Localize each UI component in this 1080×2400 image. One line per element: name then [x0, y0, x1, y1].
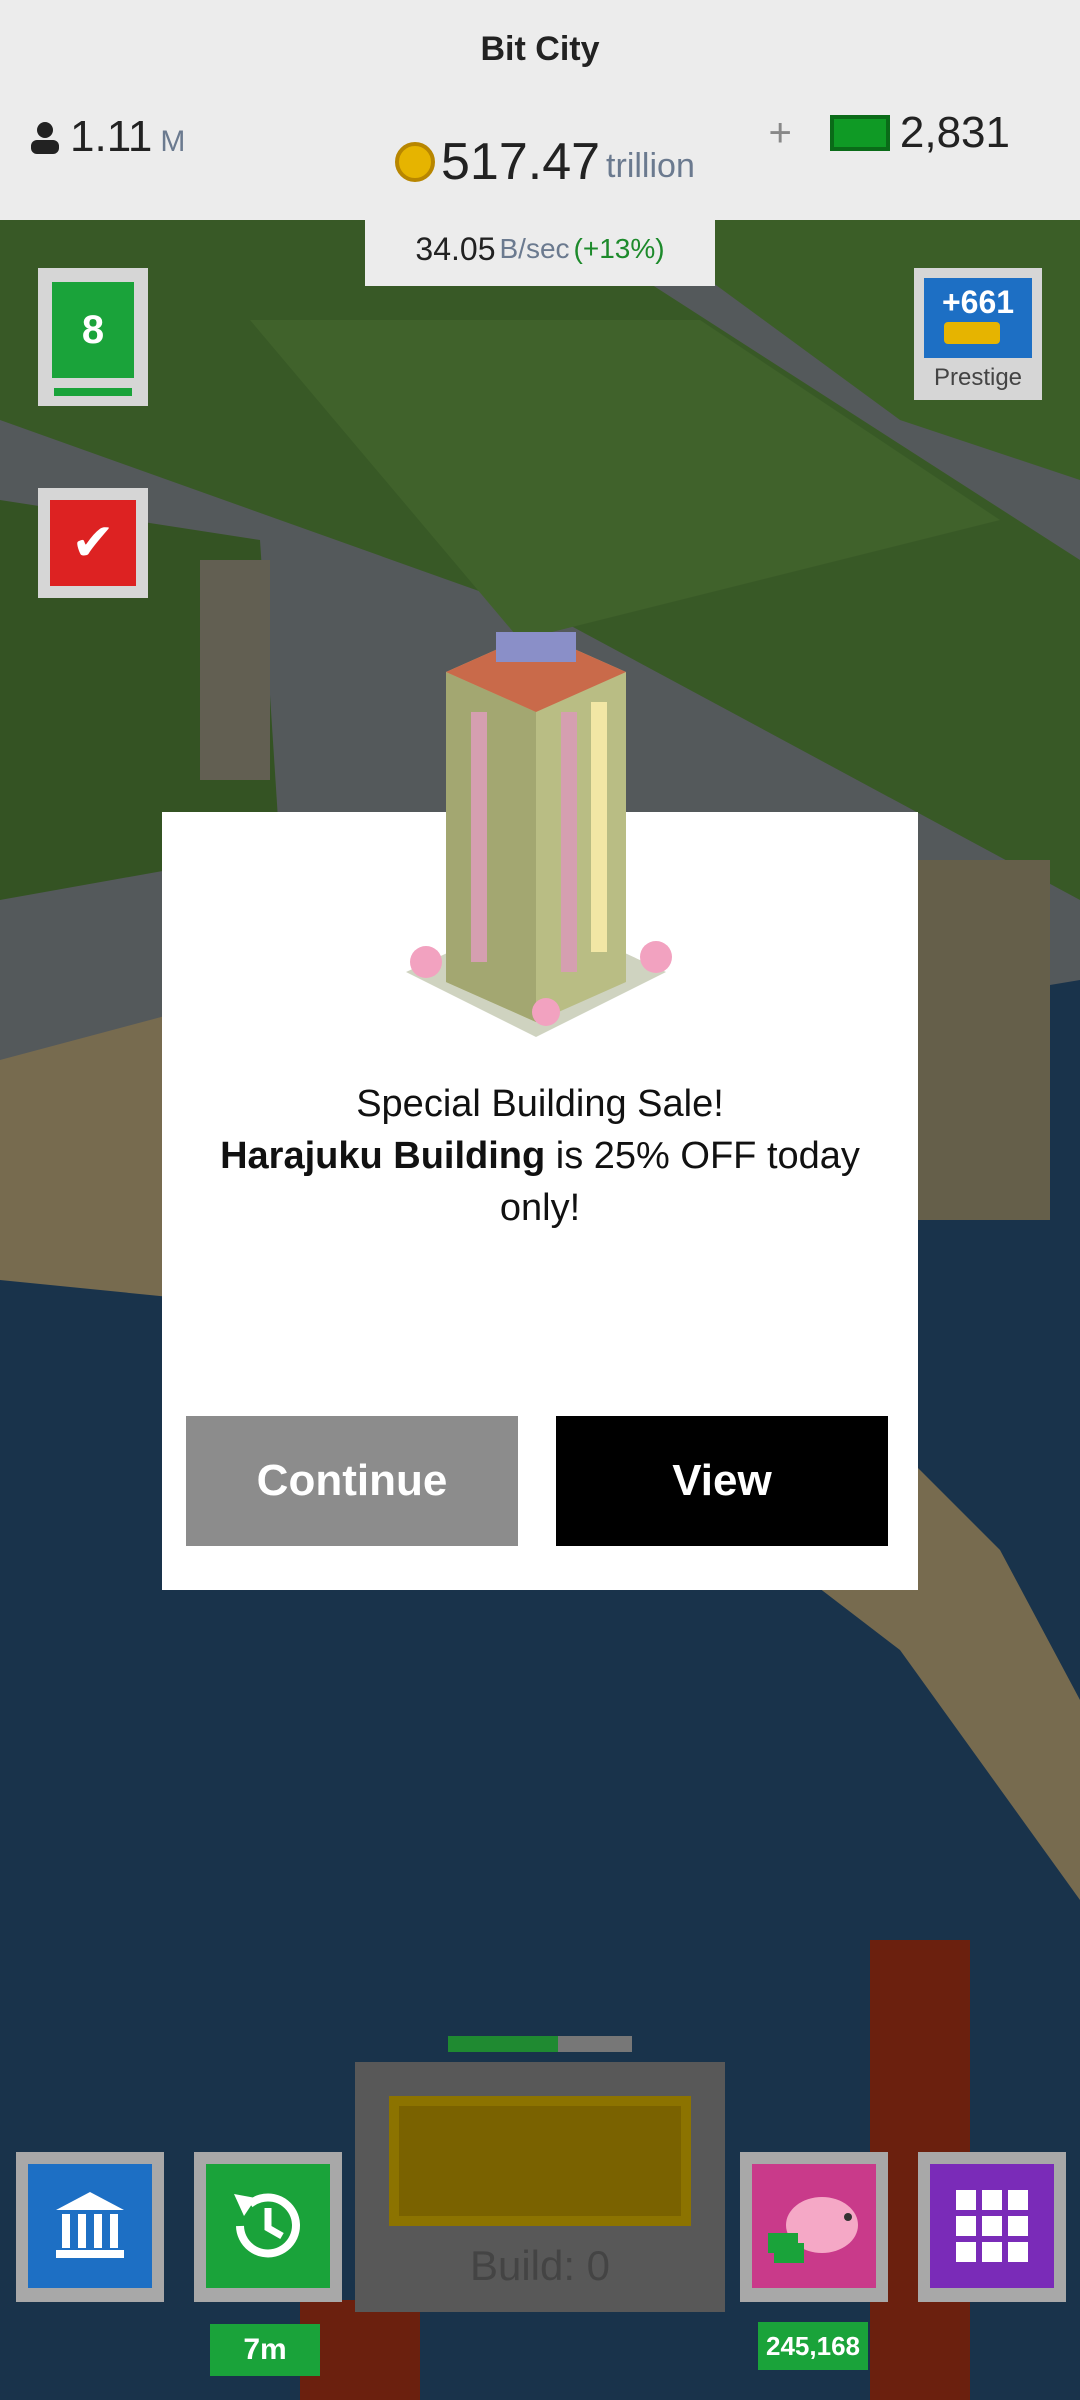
population-counter: 1.11 M [28, 112, 185, 162]
piggy-bank-button[interactable] [740, 2152, 888, 2302]
clock-refresh-icon [206, 2164, 330, 2288]
checkmark-icon: ✔ [50, 500, 136, 586]
key-icon [944, 322, 1000, 344]
population-value: 1.11 [70, 112, 153, 161]
piggy-bank-badge: 245,168 [758, 2322, 868, 2370]
income-rate-bonus: (+13%) [573, 233, 665, 264]
build-button[interactable]: Build: 0 [355, 2062, 725, 2312]
missions-button[interactable]: ✔ [38, 488, 148, 598]
prestige-label: Prestige [933, 364, 1023, 391]
add-cash-button[interactable]: + [769, 111, 792, 156]
build-progress-fill [448, 2036, 559, 2052]
time-warp-button[interactable] [194, 2152, 342, 2302]
piggy-bank-icon [752, 2164, 876, 2288]
coin-icon [395, 142, 435, 182]
sale-message: Special Building Sale! Harajuku Building… [202, 1078, 878, 1234]
income-rate-unit: B/sec [499, 233, 570, 264]
income-rate-value: 34.05 [415, 230, 496, 267]
cash-value: 2,831 [899, 108, 1010, 157]
special-sale-dialog: Special Building Sale! Harajuku Building… [162, 632, 918, 1590]
cash-counter[interactable]: + 2,831 [769, 108, 1010, 158]
money-counter: 517.47 trillion [395, 132, 695, 192]
top-status-bar: Bit City 1.11 M 517.47 trillion + 2,831 [0, 0, 1080, 220]
build-progress-bar [448, 2036, 632, 2052]
bank-button[interactable] [16, 2152, 164, 2302]
cash-bill-icon [829, 115, 890, 151]
continue-button[interactable]: Continue [186, 1416, 518, 1546]
money-value: 517.47 [441, 133, 601, 191]
time-warp-badge: 7m [210, 2324, 320, 2376]
build-count: Build: 0 [469, 2242, 611, 2289]
sale-discount-text: is 25% OFF today only! [499, 1135, 860, 1229]
income-rate-panel: 34.05 B/sec (+13%) [365, 212, 715, 286]
city-level-progress [54, 388, 132, 396]
bank-icon [28, 2164, 152, 2288]
harajuku-building-image [406, 632, 672, 1037]
money-unit: trillion [606, 147, 695, 185]
city-level-button[interactable]: 8 [38, 268, 148, 406]
person-icon [31, 122, 59, 154]
city-level-value: 8 [52, 282, 134, 378]
grid-icon [930, 2164, 1054, 2288]
sale-title: Special Building Sale! [356, 1083, 724, 1125]
sale-building-name: Harajuku Building [220, 1135, 546, 1177]
prestige-button[interactable]: +661 Prestige [914, 268, 1042, 400]
buildings-menu-button[interactable] [918, 2152, 1066, 2302]
view-button[interactable]: View [556, 1416, 888, 1546]
prestige-value: +661 [924, 278, 1032, 358]
game-title: Bit City [480, 30, 600, 68]
population-suffix: M [160, 125, 186, 158]
hammer-icon [389, 2096, 691, 2226]
